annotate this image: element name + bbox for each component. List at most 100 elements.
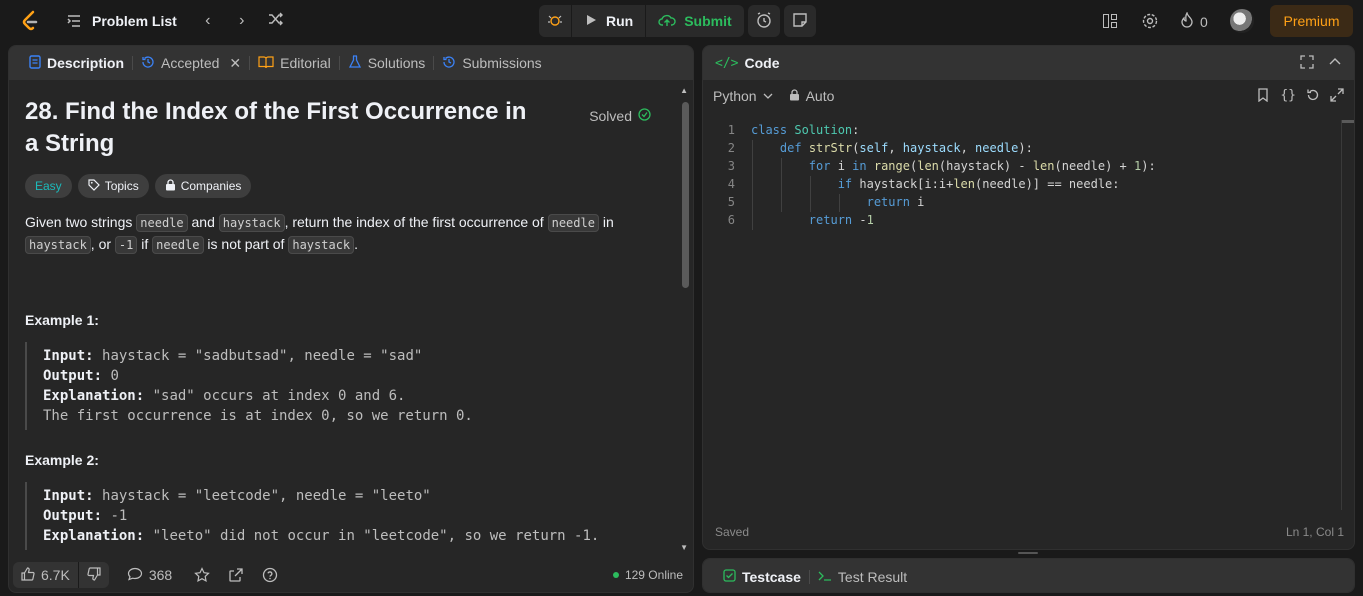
run-label: Run [606,13,634,29]
auto-mode[interactable]: Auto [789,88,835,104]
example-2-block: Input: haystack = "leetcode", needle = "… [25,482,665,550]
code-panel: </> Code Python Auto {} 1 2 3 4 5 6 clas… [702,45,1355,550]
flame-icon [1180,11,1194,31]
submit-label: Submit [684,13,732,29]
cursor-position: Ln 1, Col 1 [1285,525,1344,539]
book-icon [258,55,274,72]
reset-icon[interactable] [1306,88,1320,105]
solved-label: Solved [589,108,632,124]
solved-status: Solved [589,108,651,124]
layout-icon[interactable] [1096,7,1124,35]
collapse-chevron-icon[interactable] [1328,55,1342,72]
code-line: if haystack[i:i+len(needle)] == needle: [837,177,1120,191]
companies-chip[interactable]: Companies [154,174,252,198]
tab-test-result[interactable]: Test Result [810,560,915,593]
language-label: Python [713,88,757,104]
prev-problem-icon[interactable]: ‹ [191,12,225,30]
random-problem-icon[interactable] [259,11,293,32]
description-tabs: Description Accepted ✕ Editorial Solutio… [9,46,693,80]
run-button[interactable]: Run [572,5,645,37]
streak-count: 0 [1200,13,1208,30]
line-number: 2 [727,141,735,155]
code-editor[interactable]: 1 2 3 4 5 6 class Solution: def strStr(s… [703,120,1354,510]
lock-icon [789,88,800,104]
tab-submissions[interactable]: Submissions [434,46,549,80]
test-panel: Testcase Test Result [702,558,1355,593]
code-line: for i in range(len(haystack) - len(needl… [808,159,1156,173]
lock-icon [165,178,176,194]
tab-testcase-label: Testcase [742,568,801,585]
help-icon[interactable] [262,567,278,583]
close-tab-icon[interactable]: ✕ [229,55,241,72]
thumbs-down-icon [87,566,101,584]
test-tabs: Testcase Test Result [703,559,1354,593]
mode-label: Auto [805,88,835,104]
line-number: 5 [727,195,735,209]
scroll-up-icon[interactable]: ▲ [680,86,688,95]
scroll-down-icon[interactable]: ▼ [680,543,688,552]
online-dot-icon [612,572,619,578]
history-icon [141,55,155,72]
submit-button[interactable]: Submit [646,5,743,37]
topics-chip[interactable]: Topics [77,174,149,198]
problem-statement: Given two strings needle and haystack, r… [25,214,614,254]
tag-icon [88,178,100,194]
notes-button[interactable] [783,5,816,37]
check-circle-icon [638,108,651,124]
editor-statusbar: Saved Ln 1, Col 1 [703,515,1354,549]
format-braces-icon[interactable]: {} [1280,88,1296,105]
online-label: 129 Online [624,568,683,582]
share-icon[interactable] [228,567,244,583]
code-brackets-icon: </> [715,55,739,71]
code-line: class Solution: [751,123,860,137]
premium-button[interactable]: Premium [1270,5,1353,37]
bookmark-icon[interactable] [1256,87,1270,105]
comments-button[interactable]: 368 [127,567,172,584]
top-bar: Problem List ‹ › Run Submit 0 Premium [0,0,1363,42]
leetcode-logo-icon[interactable] [18,9,42,33]
tab-description[interactable]: Description [21,46,132,80]
note-icon [792,12,808,31]
editor-toolbar: Python Auto {} [703,80,1354,112]
companies-label: Companies [180,179,242,193]
code-line: return -1 [808,213,874,227]
line-number: 3 [727,159,735,173]
tab-accepted[interactable]: Accepted ✕ [133,46,249,80]
code-title: Code [744,55,780,71]
code-line: def strStr(self, haystack, needle): [779,141,1033,155]
favorite-star-icon[interactable] [194,567,211,583]
user-avatar[interactable] [1230,9,1254,33]
problem-list-title[interactable]: Problem List [92,13,177,29]
save-status: Saved [715,525,750,539]
tab-description-label: Description [47,55,125,71]
example-2-title: Example 2: [25,452,99,468]
tab-accepted-label: Accepted [161,55,220,71]
language-select[interactable]: Python [713,88,773,104]
maximize-icon[interactable] [1300,54,1314,72]
bug-icon [547,12,563,31]
dislike-button[interactable] [77,562,109,588]
settings-gear-icon[interactable] [1136,7,1164,35]
problem-list-icon[interactable] [66,13,82,29]
tab-solutions[interactable]: Solutions [340,46,434,80]
editor-scrollbar[interactable] [1342,120,1354,123]
tab-editorial[interactable]: Editorial [250,46,339,80]
play-icon [584,13,598,30]
terminal-icon [818,569,832,585]
tab-test-result-label: Test Result [837,568,908,585]
thumbs-up-icon [21,566,35,584]
like-button[interactable]: 6.7K [13,566,78,584]
resize-handle[interactable] [1018,552,1038,554]
debug-button[interactable] [539,5,571,37]
tab-testcase[interactable]: Testcase [715,560,809,593]
document-icon [29,54,41,72]
line-number: 1 [727,123,735,137]
online-count: 129 Online [612,568,683,582]
timer-button[interactable] [747,5,780,37]
flask-icon [348,54,362,72]
expand-icon[interactable] [1330,87,1344,105]
description-scrollbar[interactable] [682,102,689,288]
streak-counter[interactable]: 0 [1180,11,1208,31]
like-count: 6.7K [41,567,70,583]
next-problem-icon[interactable]: › [225,12,259,30]
